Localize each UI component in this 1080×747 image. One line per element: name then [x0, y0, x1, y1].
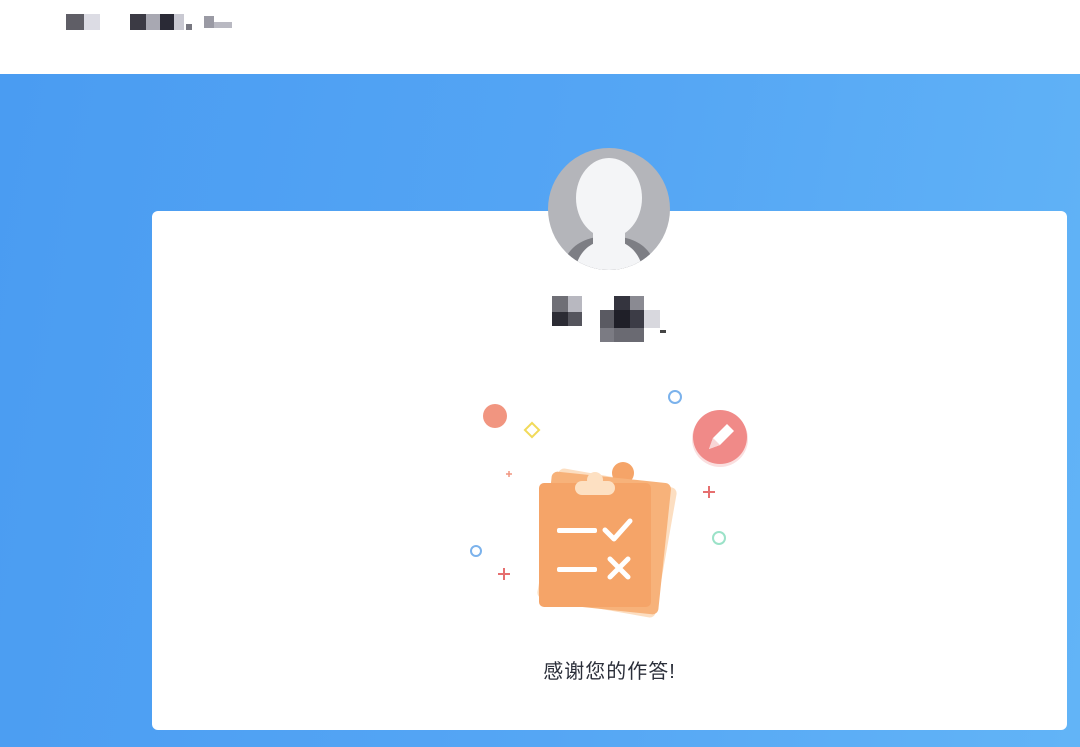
- top-header: [0, 0, 1080, 74]
- page: 感谢您的作答!: [0, 0, 1080, 747]
- obscured-survey-title: [66, 14, 232, 30]
- survey-complete-illustration: [470, 390, 748, 618]
- obscured-user-name: [552, 296, 666, 342]
- default-avatar-icon: [548, 148, 670, 270]
- thank-you-message: 感谢您的作答!: [543, 661, 676, 683]
- pencil-icon: [692, 410, 748, 467]
